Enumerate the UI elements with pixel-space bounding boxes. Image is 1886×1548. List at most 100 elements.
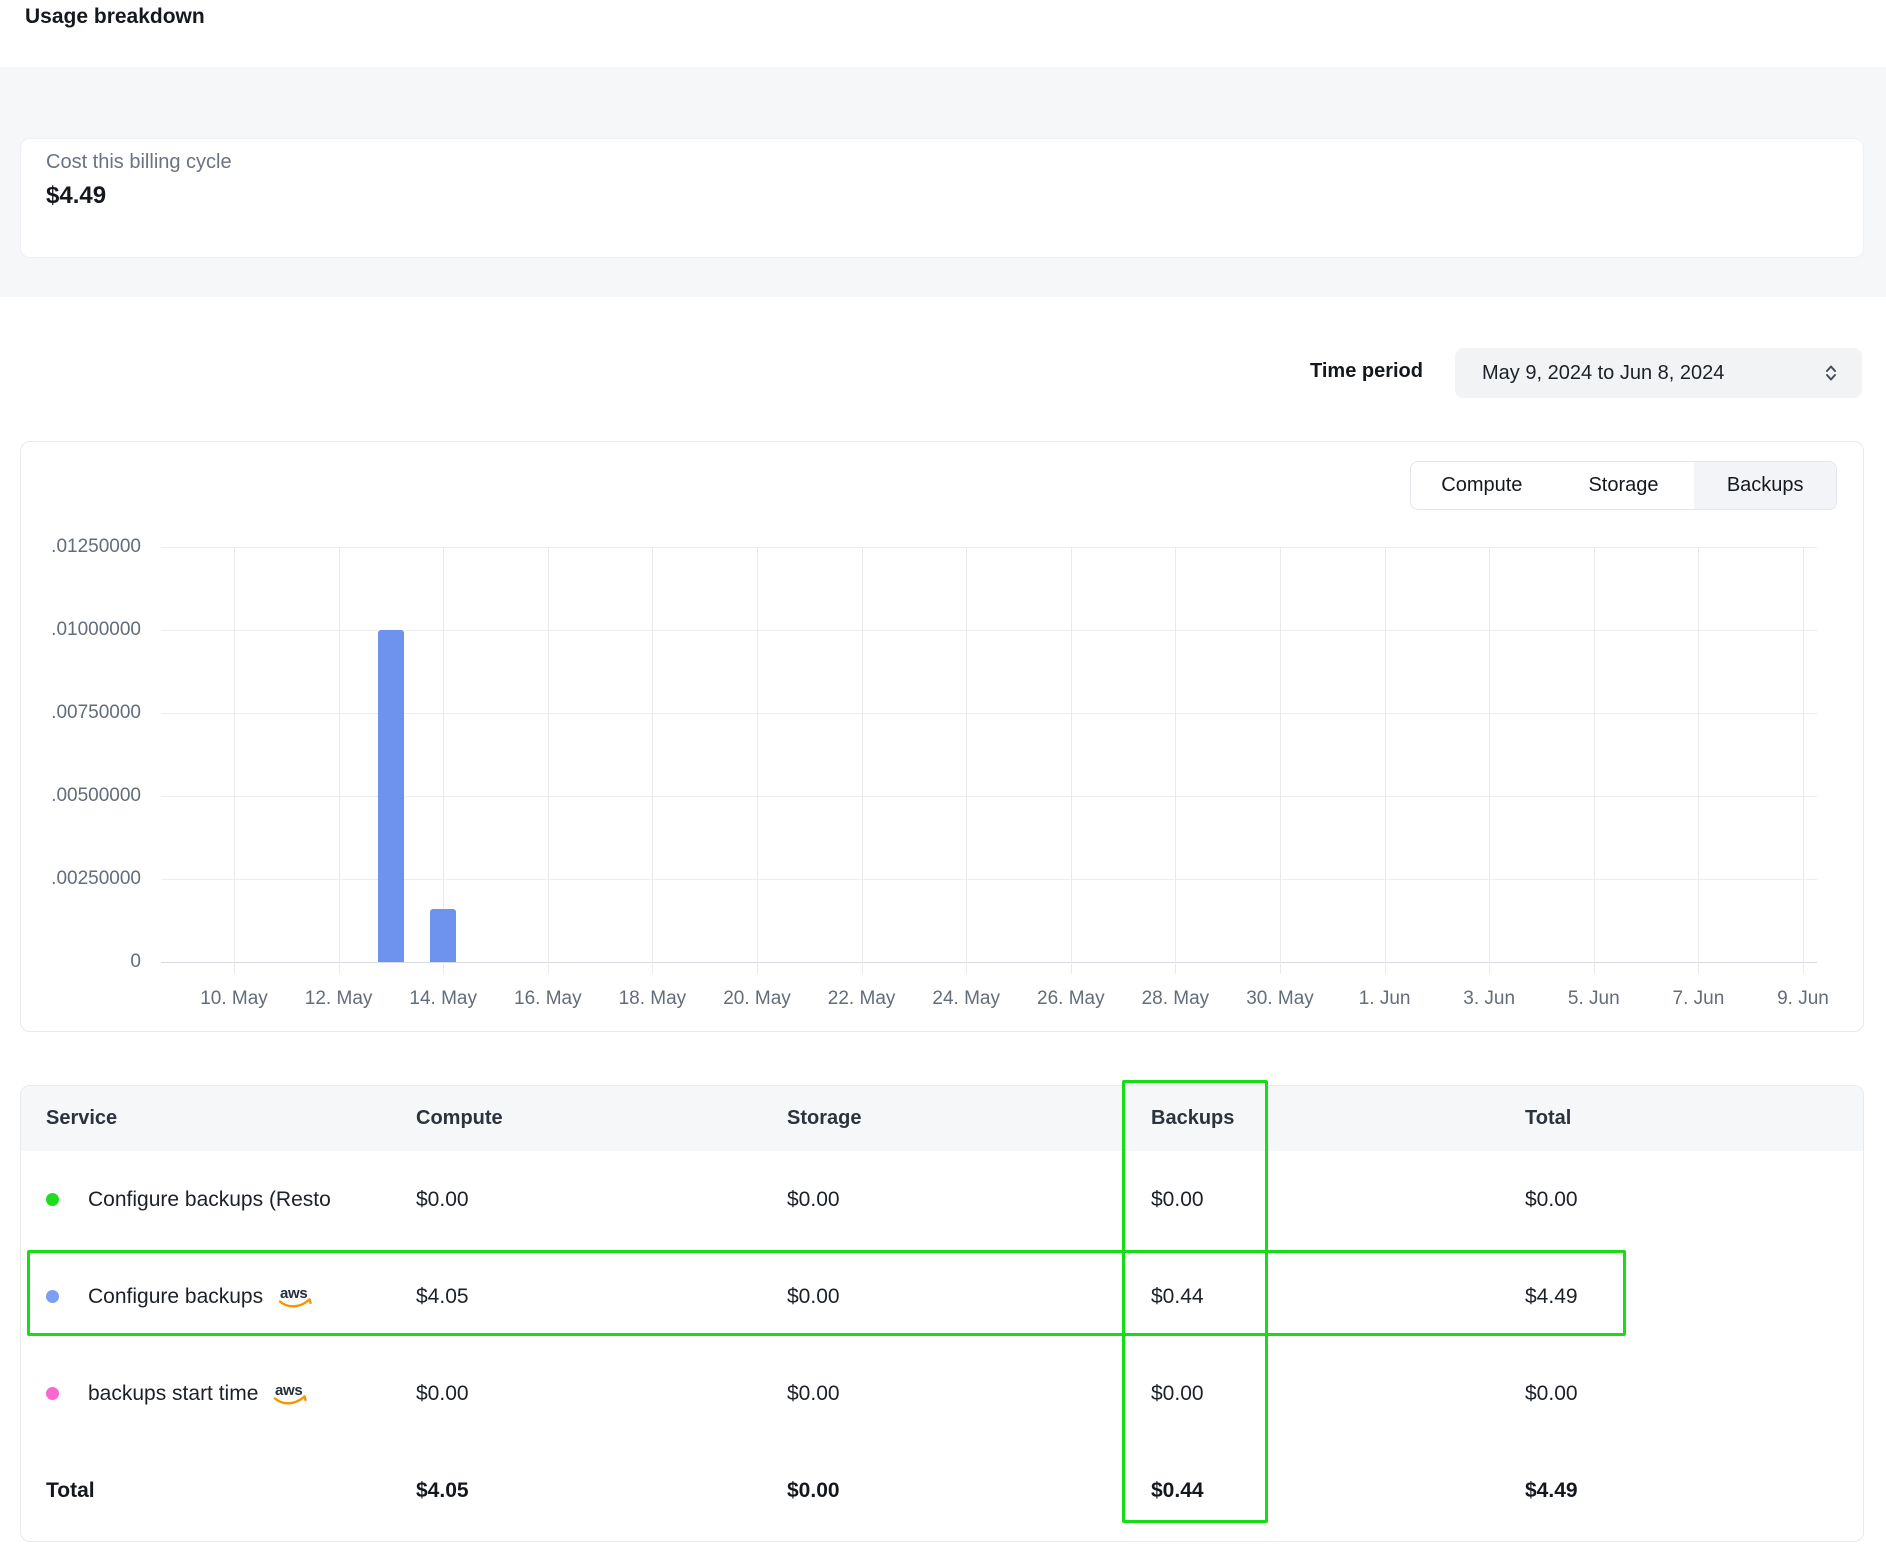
vertical-gridline (1175, 547, 1176, 974)
total-value: $4.49 (1525, 1285, 1578, 1309)
vertical-gridline (1280, 547, 1281, 974)
vertical-gridline (757, 547, 758, 974)
total-cell: $4.49 (1525, 1248, 1578, 1345)
tab-storage[interactable]: Storage (1553, 462, 1695, 509)
table-row: backups start time aws $0.00 $0.00 $0.00 $0.0… (21, 1345, 1863, 1442)
storage-cell: $0.00 (787, 1345, 840, 1442)
service-name: Configure backups (Resto (88, 1188, 331, 1212)
series-color-dot (46, 1387, 59, 1400)
x-axis-tick-label: 16. May (500, 987, 596, 1011)
page-title: Usage breakdown (25, 5, 205, 29)
compute-value: $0.00 (416, 1382, 469, 1406)
vertical-gridline (339, 547, 340, 974)
horizontal-gridline (161, 796, 1817, 797)
column-header-total: Total (1525, 1086, 1571, 1151)
time-period-select[interactable]: May 9, 2024 to Jun 8, 2024 (1455, 348, 1862, 398)
tab-backups[interactable]: Backups (1694, 462, 1836, 509)
horizontal-gridline (161, 547, 1817, 548)
horizontal-gridline (161, 630, 1817, 631)
table-row: Configure backups (Resto $0.00 $0.00 $0.00 $… (21, 1151, 1863, 1248)
vertical-gridline (966, 547, 967, 974)
x-axis-tick-label: 18. May (604, 987, 700, 1011)
usage-chart-panel: ComputeStorageBackups .01250000 .01000000… (20, 441, 1864, 1032)
y-axis-tick-label: .01000000 (21, 619, 141, 641)
cost-card: Cost this billing cycle $4.49 (20, 138, 1864, 258)
horizontal-gridline (161, 879, 1817, 880)
x-axis-tick-label: 30. May (1232, 987, 1328, 1011)
x-axis-tick-label: 3. Jun (1441, 987, 1537, 1011)
service-cell: backups start time aws (46, 1345, 308, 1442)
storage-cell: $0.00 (787, 1442, 840, 1540)
series-color-dot (46, 1290, 59, 1303)
backups-cell: $0.00 (1151, 1151, 1204, 1248)
x-axis-tick-label: 14. May (395, 987, 491, 1011)
total-value: $4.49 (1525, 1479, 1578, 1503)
vertical-gridline (1594, 547, 1595, 974)
compute-value: $4.05 (416, 1479, 469, 1503)
backups-value: $0.00 (1151, 1188, 1204, 1212)
vertical-gridline (862, 547, 863, 974)
series-color-dot (46, 1193, 59, 1206)
vertical-gridline (1071, 547, 1072, 974)
aws-logo-icon: aws (272, 1381, 308, 1413)
backups-value: $0.44 (1151, 1285, 1204, 1309)
total-cell: $0.00 (1525, 1345, 1578, 1442)
x-axis-tick-label: 26. May (1023, 987, 1119, 1011)
tab-compute[interactable]: Compute (1411, 462, 1553, 509)
storage-value: $0.00 (787, 1479, 840, 1503)
x-axis-tick-label: 28. May (1127, 987, 1223, 1011)
total-cell: $0.00 (1525, 1151, 1578, 1248)
y-axis-tick-label: .00250000 (21, 868, 141, 890)
chart-bar-13-may[interactable] (378, 630, 404, 962)
usage-breakdown-page: Usage breakdown Cost this billing cycle … (0, 0, 1886, 1548)
total-cell: $4.49 (1525, 1442, 1578, 1540)
vertical-gridline (652, 547, 653, 974)
compute-cell: $4.05 (416, 1248, 469, 1345)
backups-cell: $0.44 (1151, 1442, 1204, 1540)
column-header-backups: Backups (1151, 1086, 1234, 1151)
vertical-gridline (548, 547, 549, 974)
cost-card-value: $4.49 (46, 182, 106, 210)
vertical-gridline (1803, 547, 1804, 974)
usage-table: ServiceComputeStorageBackupsTotalConfigu… (20, 1085, 1864, 1542)
x-axis-tick-label: 7. Jun (1650, 987, 1746, 1011)
compute-value: $0.00 (416, 1188, 469, 1212)
vertical-gridline (1385, 547, 1386, 974)
service-name: backups start time (88, 1382, 258, 1406)
backups-cell: $0.44 (1151, 1248, 1204, 1345)
time-period-label: Time period (1310, 360, 1423, 383)
cost-card-label: Cost this billing cycle (46, 151, 232, 174)
table-total-row: Total $4.05 $0.00 $0.44 $4.49 (21, 1442, 1863, 1540)
vertical-gridline (1698, 547, 1699, 974)
y-axis-tick-label: .00500000 (21, 785, 141, 807)
backups-value: $0.44 (1151, 1479, 1204, 1503)
total-label-cell: Total (46, 1442, 95, 1540)
aws-logo-icon: aws (277, 1284, 313, 1316)
service-cell: Configure backups aws (46, 1248, 313, 1345)
compute-cell: $0.00 (416, 1345, 469, 1442)
svg-text:aws: aws (280, 1285, 307, 1302)
compute-value: $4.05 (416, 1285, 469, 1309)
y-axis-tick-label: 0 (21, 951, 141, 973)
storage-value: $0.00 (787, 1285, 840, 1309)
x-axis-tick-label: 12. May (291, 987, 387, 1011)
vertical-gridline (234, 547, 235, 974)
service-name: Configure backups (88, 1285, 263, 1309)
y-axis-tick-label: .01250000 (21, 536, 141, 558)
storage-cell: $0.00 (787, 1151, 840, 1248)
column-header-service: Service (46, 1086, 117, 1151)
x-axis-tick-label: 9. Jun (1755, 987, 1851, 1011)
service-cell: Configure backups (Resto (46, 1151, 331, 1248)
total-row-label: Total (46, 1479, 95, 1503)
y-axis-tick-label: .00750000 (21, 702, 141, 724)
backups-value: $0.00 (1151, 1382, 1204, 1406)
compute-cell: $0.00 (416, 1151, 469, 1248)
x-axis-tick-label: 10. May (186, 987, 282, 1011)
storage-value: $0.00 (787, 1382, 840, 1406)
backups-cell: $0.00 (1151, 1345, 1204, 1442)
horizontal-gridline (161, 713, 1817, 714)
chart-bar-14-may[interactable] (430, 909, 456, 962)
x-axis-tick-label: 22. May (814, 987, 910, 1011)
table-header-row: ServiceComputeStorageBackupsTotal (21, 1086, 1863, 1151)
x-axis-tick-label: 5. Jun (1546, 987, 1642, 1011)
